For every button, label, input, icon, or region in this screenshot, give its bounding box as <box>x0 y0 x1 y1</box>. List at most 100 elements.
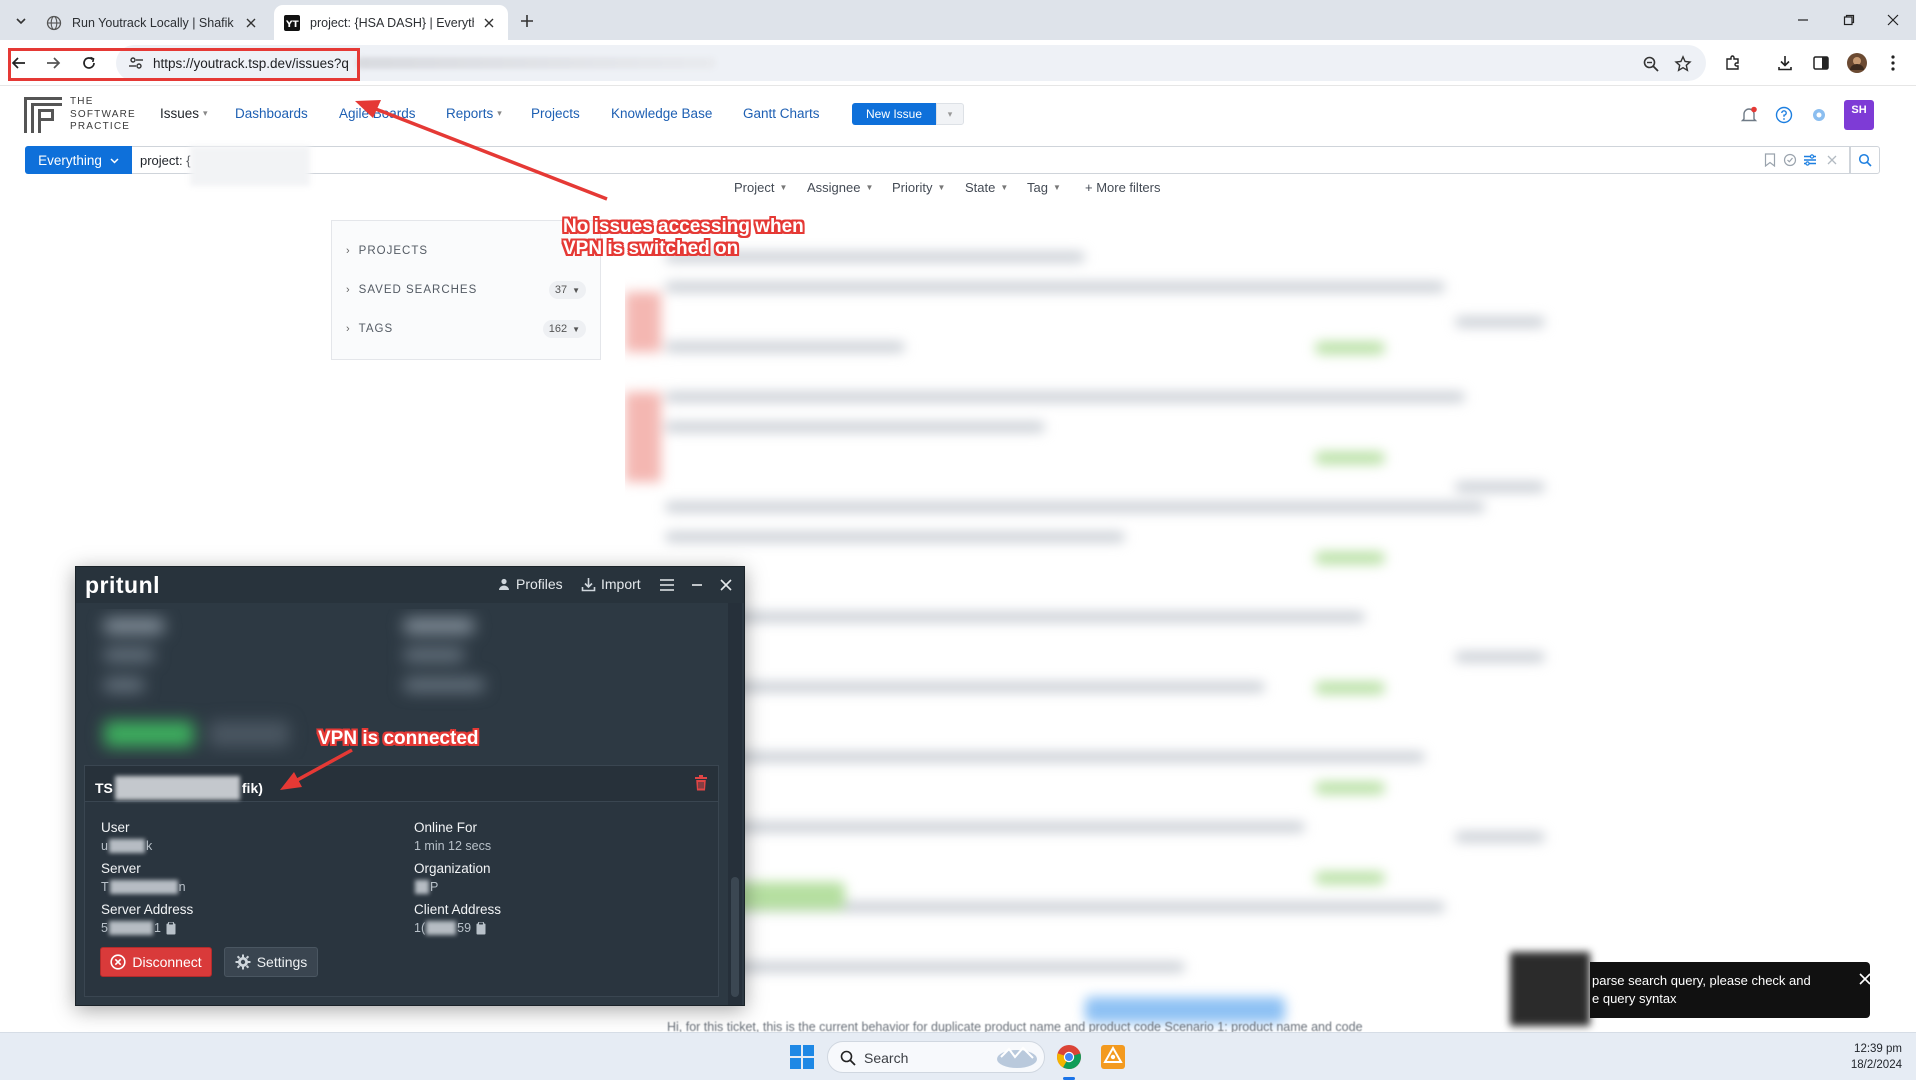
side-panel-button[interactable] <box>1808 50 1834 76</box>
browser-tab-1[interactable]: Run Youtrack Locally | Shafik W <box>36 5 270 40</box>
server-label: Server <box>101 861 141 876</box>
nav-issues[interactable]: Issues ▾ <box>160 106 208 121</box>
pritunl-taskbar-icon[interactable] <box>1097 1041 1129 1073</box>
issue-list-redacted <box>625 222 1590 1032</box>
chevron-down-icon: ▼ <box>572 285 580 295</box>
new-issue-button[interactable]: New Issue <box>852 103 936 125</box>
pritunl-logo: pritunl <box>85 572 161 598</box>
pritunl-close-button[interactable] <box>716 575 736 595</box>
import-button[interactable]: Import <box>581 576 641 592</box>
filter-state[interactable]: State ▼ <box>965 180 1008 195</box>
tsp-logo-icon <box>24 96 62 133</box>
restore-window-button[interactable] <box>1826 0 1872 40</box>
system-clock[interactable]: 12:39 pm 18/2/2024 <box>1818 1041 1902 1073</box>
nav-knowledge-base[interactable]: Knowledge Base <box>611 106 712 121</box>
close-icon <box>1887 14 1899 26</box>
saved-searches-count-badge[interactable]: 37 ▼ <box>548 281 586 299</box>
online-for-value: 1 min 12 secs <box>414 839 492 853</box>
pritunl-vpn-window: pritunl Profiles Import TS fik) User u k… <box>75 566 745 1006</box>
profile-name: TS fik) <box>95 776 263 800</box>
search-icon <box>840 1050 856 1066</box>
chevron-down-icon: ▼ <box>937 183 946 192</box>
sidebar-item-saved-searches[interactable]: › SAVED SEARCHES <box>346 284 477 296</box>
annotation-no-issues: No issues accessing when VPN is switched… <box>563 216 804 259</box>
nav-dashboards[interactable]: Dashboards <box>235 106 308 121</box>
issues-sidebar: › PROJECTS › SAVED SEARCHES 37 ▼ › TAGS 162 ▼ <box>331 220 601 360</box>
windows-taskbar: Search 12:39 pm 18/2/2024 <box>0 1032 1916 1080</box>
windows-start-icon[interactable] <box>790 1045 814 1069</box>
tab-title: project: {HSA DASH} | Everythin <box>310 15 474 30</box>
search-query-input[interactable]: project: { <box>132 146 1850 186</box>
logo-text: THE SOFTWARE PRACTICE <box>70 96 136 132</box>
pritunl-menu-button[interactable] <box>657 575 677 595</box>
filter-assignee[interactable]: Assignee ▼ <box>807 180 873 195</box>
new-issue-dropdown-button[interactable]: ▾ <box>936 103 964 125</box>
chevron-down-icon: ▼ <box>572 324 580 334</box>
help-icon[interactable] <box>1773 104 1795 126</box>
client-address-value: 1(59 <box>414 921 486 935</box>
new-tab-button[interactable] <box>516 10 538 32</box>
pritunl-title-bar[interactable]: pritunl Profiles Import <box>76 567 744 603</box>
profile-settings-button[interactable]: Settings <box>224 947 318 977</box>
filter-project[interactable]: Project ▼ <box>734 180 787 195</box>
more-vertical-icon <box>1891 55 1895 71</box>
chrome-taskbar-icon[interactable] <box>1053 1041 1085 1073</box>
gear-icon <box>235 954 251 970</box>
pritunl-scrollbar-thumb[interactable] <box>731 877 739 997</box>
close-tab-icon[interactable] <box>242 14 260 32</box>
chevron-right-icon: › <box>346 245 351 257</box>
server-address-value: 51 <box>101 921 176 935</box>
delete-profile-button[interactable] <box>694 775 708 791</box>
admin-gear-icon[interactable] <box>1808 104 1830 126</box>
minimize-window-button[interactable] <box>1780 0 1826 40</box>
disconnect-button[interactable]: Disconnect <box>100 947 212 977</box>
sidebar-item-projects[interactable]: › PROJECTS <box>346 245 428 257</box>
redacted-toast-image <box>1510 952 1590 1026</box>
toast-close-icon[interactable] <box>1858 972 1872 986</box>
organization-value: P <box>414 880 438 894</box>
pritunl-minimize-button[interactable] <box>687 575 707 595</box>
tags-count-badge[interactable]: 162 ▼ <box>542 320 586 338</box>
close-window-button[interactable] <box>1870 0 1916 40</box>
profile-card-header: TS fik) <box>85 766 718 802</box>
notifications-bell-icon[interactable] <box>1738 104 1760 126</box>
search-icon <box>1858 153 1872 167</box>
zoom-icon[interactable] <box>1642 55 1660 73</box>
redacted-text <box>114 776 240 800</box>
close-tab-icon[interactable] <box>480 14 498 32</box>
puzzle-icon <box>1726 55 1739 70</box>
chevron-down-icon: ▼ <box>1052 183 1061 192</box>
clipboard-icon <box>166 921 176 934</box>
sidebar-item-tags[interactable]: › TAGS <box>346 323 393 335</box>
downloads-button[interactable] <box>1772 50 1798 76</box>
clear-search-icon[interactable] <box>1824 152 1840 168</box>
nav-gantt-charts[interactable]: Gantt Charts <box>743 106 820 121</box>
nav-agile-boards[interactable]: Agile Boards <box>339 106 416 121</box>
tab-search-button[interactable] <box>8 8 34 34</box>
profiles-button[interactable]: Profiles <box>497 576 563 592</box>
search-context-dropdown[interactable]: Everything <box>25 146 132 174</box>
close-icon <box>720 579 732 591</box>
browser-menu-button[interactable] <box>1880 50 1906 76</box>
taskbar-search-box[interactable]: Search <box>827 1041 1045 1073</box>
user-avatar[interactable]: SH <box>1844 100 1874 130</box>
save-search-icon[interactable] <box>1762 152 1778 168</box>
annotation-vpn-connected: VPN is connected <box>318 728 479 749</box>
browser-tab-bar: Run Youtrack Locally | Shafik W YT proje… <box>0 0 1916 40</box>
hamburger-menu-icon <box>660 579 674 591</box>
bookmark-star-icon[interactable] <box>1674 55 1692 73</box>
filter-priority[interactable]: Priority ▼ <box>892 180 945 195</box>
company-logo[interactable]: THE SOFTWARE PRACTICE <box>24 96 136 134</box>
nav-reports[interactable]: Reports ▾ <box>446 106 502 121</box>
chevron-down-icon <box>110 157 119 164</box>
more-filters-button[interactable]: + More filters <box>1085 180 1161 195</box>
extensions-button[interactable] <box>1720 50 1746 76</box>
query-assist-icon[interactable] <box>1782 152 1798 168</box>
filter-tag[interactable]: Tag ▼ <box>1027 180 1061 195</box>
profile-avatar[interactable] <box>1844 50 1870 76</box>
filter-settings-icon[interactable] <box>1802 152 1818 168</box>
browser-tab-2-active[interactable]: YT project: {HSA DASH} | Everythin <box>274 5 508 40</box>
search-button[interactable] <box>1850 146 1880 174</box>
chevron-down-icon: ▼ <box>1000 183 1009 192</box>
nav-projects[interactable]: Projects <box>531 106 580 121</box>
